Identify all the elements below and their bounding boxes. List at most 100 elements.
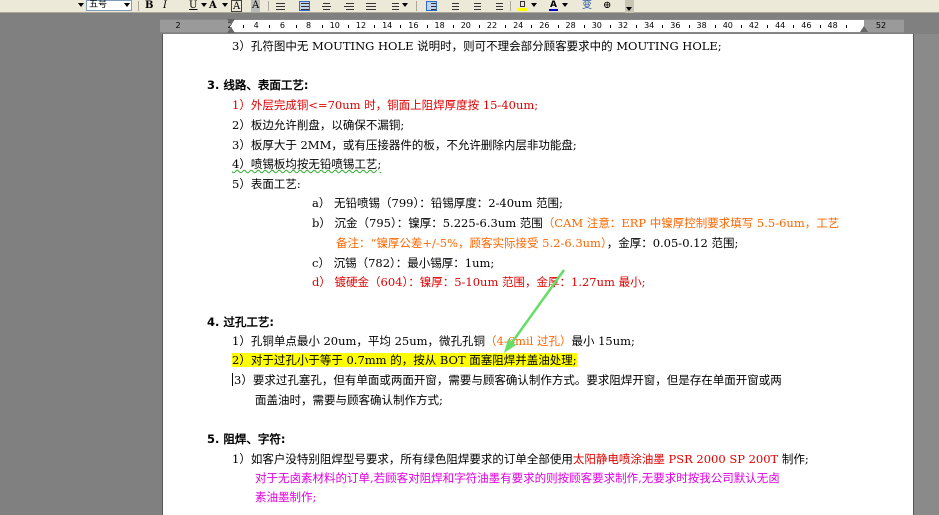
section-heading: 5. 阻焊、字符: xyxy=(207,432,286,446)
list-item-text: 2）对于过孔小于等于 0.7mm 的，按从 BOT 面塞阻焊并盖油处理; xyxy=(232,353,577,367)
ruler-tick xyxy=(714,25,716,28)
chevron-down-icon[interactable] xyxy=(124,3,130,7)
ruler-tick xyxy=(819,25,821,28)
ruler-tick xyxy=(426,25,428,28)
document-page[interactable]: 3）孔符图中无 MOUTING HOLE 说明时，则可不理会部分顾客要求中的 M… xyxy=(162,34,914,515)
italic-button[interactable]: I xyxy=(163,0,167,12)
underline-button[interactable]: U xyxy=(189,0,197,12)
ruler-number: 42 xyxy=(748,21,760,30)
highlighted-list-item: 2）对于过孔小于等于 0.7mm 的，按从 BOT 面塞阻焊并盖油处理; xyxy=(232,353,577,368)
ruler-tick xyxy=(583,25,585,28)
ink-spec-text: 太阳静电喷涂油墨 PSR 2000 SP 200T xyxy=(572,452,779,466)
cam-note-text: 备注：“镍厚公差+/-5%，顾客实际接受 5.2-6.3um） xyxy=(336,236,607,250)
first-line-indent-marker[interactable] xyxy=(227,19,235,25)
toolbar-separator xyxy=(416,1,417,11)
list-item-continuation: 对于无卤素材料的订单,若顾客对阻焊和字符油墨有要求的则按顾客要求制作,无要求时按… xyxy=(255,471,780,486)
numbering-icon[interactable] xyxy=(426,1,437,11)
ruler-tick xyxy=(374,25,376,28)
ruler-number: 26 xyxy=(539,21,550,30)
line-spacing-dropdown-icon[interactable] xyxy=(402,3,408,7)
ruler-number: 28 xyxy=(565,21,576,30)
highlight-icon[interactable] xyxy=(517,1,528,11)
list-item-continuation: 面盖油时，需要与顾客确认制作方式; xyxy=(255,393,443,407)
ruler-number: 8 xyxy=(306,21,312,30)
bold-button[interactable]: B xyxy=(145,0,153,12)
list-item-text: 1）如客户没特别阻焊型号要求，所有绿色阻焊要求的订单全部使用 xyxy=(232,452,573,466)
sub-list-item: a） 无铅喷锡（799）：铅锡厚度：2-40um 范围; xyxy=(312,196,563,210)
ruler-tick xyxy=(269,25,271,28)
increase-indent-icon[interactable] xyxy=(492,1,503,11)
decrease-indent-icon[interactable] xyxy=(470,1,481,11)
align-right-icon[interactable] xyxy=(343,1,354,11)
list-item-text: 3）要求过孔塞孔，但有单面或两面开窗，需要与顾客确认制作方式。要求阻焊开窗，但是… xyxy=(234,373,782,387)
ruler-number: 10 xyxy=(329,21,340,30)
ruler-number: 24 xyxy=(513,21,524,30)
list-item: 1）孔铜单点最小 20um，平均 25um，微孔孔铜（4-6mil 过孔）最小 … xyxy=(232,334,635,349)
ruler-tick xyxy=(400,25,402,28)
enclose-characters-button[interactable]: ⊕ xyxy=(603,0,611,12)
phonetic-guide-button[interactable]: 变 xyxy=(582,0,592,12)
sub-list-item: d） 镀硬金（604）：镍厚：5-10um 范围，金厚：1.27um 最小; xyxy=(312,275,645,290)
list-item: 1）外层完成铜<=70um 时，铜面上阻焊厚度按 15-40um; xyxy=(232,98,538,113)
ruler-tick xyxy=(347,25,349,28)
horizontal-ruler[interactable]: 2 2 4 6 8 10 12 14 16 18 20 22 24 26 28 30 32 34 36 38 40 42… xyxy=(160,19,904,33)
highlight-dropdown-icon[interactable] xyxy=(531,3,537,7)
font-dropdown-arrow-icon[interactable] xyxy=(78,3,84,7)
toolbar-options-button[interactable] xyxy=(625,0,634,13)
ruler-number: 18 xyxy=(434,21,445,30)
ruler-number: 34 xyxy=(644,21,655,30)
ruler-tick xyxy=(662,25,664,28)
ruler-number: 22 xyxy=(486,21,498,30)
bullets-icon[interactable] xyxy=(448,1,459,11)
sub-list-item: c） 沉锡（782）：最小锡厚：1um; xyxy=(312,256,495,270)
list-item: 1）如客户没特别阻焊型号要求，所有绿色阻焊要求的订单全部使用太阳静电喷涂油墨 P… xyxy=(232,452,809,467)
section-heading: 3. 线路、表面工艺: xyxy=(207,78,309,92)
toolbar-separator xyxy=(510,1,511,11)
align-center-icon[interactable] xyxy=(321,1,332,11)
ruler-number: 20 xyxy=(460,21,471,30)
ruler-number: 14 xyxy=(382,21,393,30)
ruler-number: 52 xyxy=(875,21,887,30)
ruler-tick xyxy=(505,25,507,28)
underline-dropdown-icon[interactable] xyxy=(201,3,207,7)
ruler-tick xyxy=(243,25,245,28)
ruler-tick xyxy=(688,25,690,28)
list-item: 4）喷锡板均按无铅喷锡工艺; xyxy=(232,157,381,172)
font-color-dropdown-icon[interactable] xyxy=(562,3,568,7)
list-item-text: ，金厚：0.05-0.12 范围; xyxy=(606,236,739,250)
char-scale-button[interactable]: A xyxy=(209,0,217,12)
font-size-value: 五号 xyxy=(89,0,108,10)
ruler-number: 2 xyxy=(175,21,181,30)
list-item-continuation: 素油墨制作; xyxy=(255,490,316,505)
ruler-number: 40 xyxy=(722,21,733,30)
list-item-text: b） 沉金（795）：镍厚：5.225-6.3um 范围 xyxy=(312,216,543,230)
font-color-icon[interactable]: A xyxy=(548,0,559,11)
ruler-number: 44 xyxy=(775,21,786,30)
ruler-tick xyxy=(740,25,742,28)
list-item: 3）板厚大于 2MM，或有压接器件的板，不允许删除内层非功能盘; xyxy=(232,138,577,152)
ruler-tick xyxy=(531,25,533,28)
char-scale-dropdown-icon[interactable] xyxy=(222,3,228,7)
distribute-icon[interactable] xyxy=(365,1,376,11)
list-item: 3）孔符图中无 MOUTING HOLE 说明时，则可不理会部分顾客要求中的 M… xyxy=(232,39,722,53)
hanging-indent-marker[interactable] xyxy=(227,27,235,33)
microvia-note: （4-6mil 过孔） xyxy=(485,334,572,348)
ruler-tick xyxy=(636,25,638,28)
sub-list-item: b） 沉金（795）：镍厚：5.225-6.3um 范围（CAM 注意：ERP … xyxy=(312,216,839,231)
char-border-button[interactable]: A xyxy=(231,0,243,12)
ruler-number: 32 xyxy=(617,21,629,30)
text-direction-icon[interactable] xyxy=(275,1,286,11)
halogen-free-note: 对于无卤素材料的订单,若顾客对阻焊和字符油墨有要求的则按顾客要求制作,无要求时按… xyxy=(255,471,780,485)
ruler-tick xyxy=(452,25,454,28)
ruler-tick xyxy=(295,25,297,28)
right-indent-marker[interactable] xyxy=(860,26,868,32)
ruler-number: 38 xyxy=(696,21,707,30)
list-item-text: 4）喷锡板均按无铅喷锡工艺; xyxy=(232,157,382,171)
ruler-tick xyxy=(557,25,559,28)
ruler-number: 48 xyxy=(827,21,838,30)
ruler-number: 16 xyxy=(408,21,419,30)
ruler-number: 4 xyxy=(253,21,259,30)
char-shading-button[interactable]: A xyxy=(251,0,261,12)
align-justify-icon[interactable] xyxy=(299,1,310,11)
line-spacing-icon[interactable] xyxy=(388,1,399,11)
